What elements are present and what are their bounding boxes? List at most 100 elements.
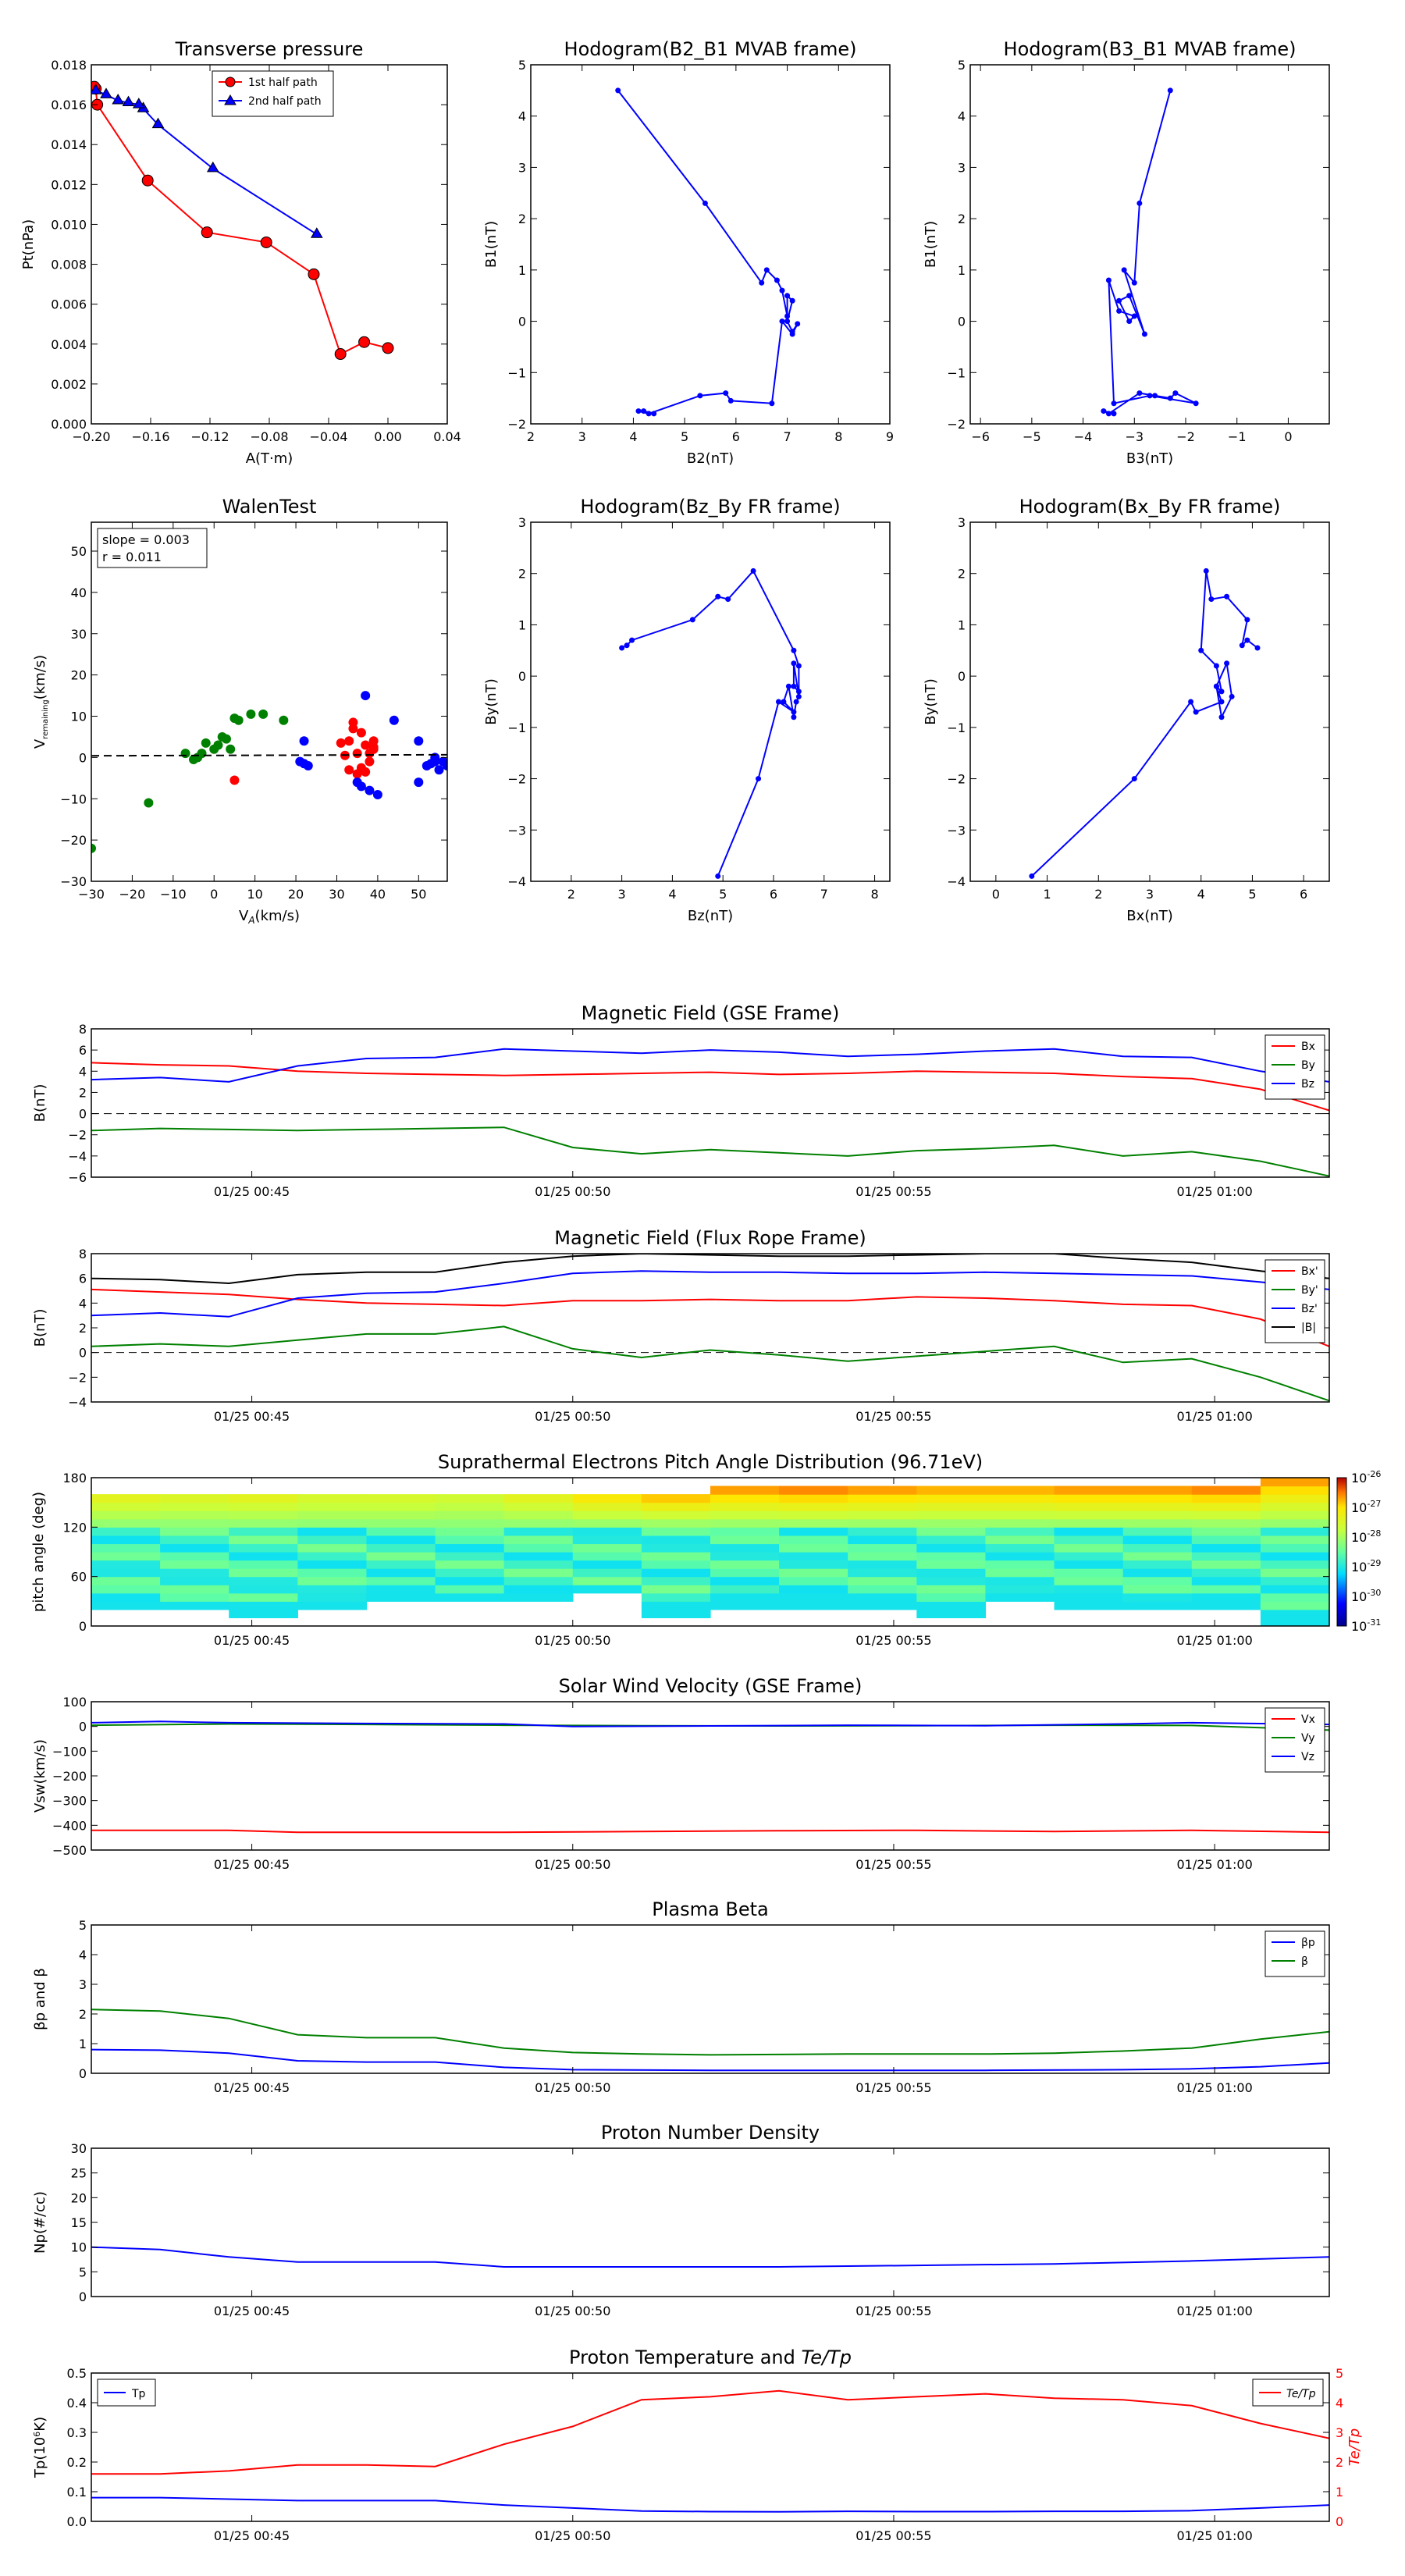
plot-frame-2 xyxy=(969,64,1330,425)
heatmap-cell xyxy=(91,1601,161,1610)
scatter-point xyxy=(201,738,211,748)
data-point xyxy=(1218,688,1225,695)
y-tick-label: 0.014 xyxy=(51,137,87,152)
x-tick-label: −6 xyxy=(971,429,990,444)
figure-canvas: −0.20 −0.16 −0.12 −0.08 −0.04 0.00 0.040.0000.… xyxy=(20,38,1381,2543)
heatmap-cell xyxy=(710,1535,780,1545)
x-tick-label: −20 xyxy=(119,887,146,902)
y-axis-label-sub: remaining xyxy=(41,699,50,739)
heatmap-cell xyxy=(779,1560,848,1569)
heatmap-cell xyxy=(1260,1502,1329,1511)
annotation-r: r = 0.011 xyxy=(102,550,162,564)
heatmap-cell xyxy=(916,1535,987,1545)
data-point xyxy=(791,647,797,653)
colorbar-tick-exp: -28 xyxy=(1367,1528,1381,1539)
y-axis-label: By(nT) xyxy=(483,678,500,724)
legend-label: Te/Tp xyxy=(1286,2388,1316,2400)
y-tick-label: 2 xyxy=(518,567,526,582)
x-tick-label: 01/25 00:45 xyxy=(214,2304,290,2318)
data-point xyxy=(1213,663,1219,669)
heatmap-cell xyxy=(160,1527,229,1536)
heatmap-cell xyxy=(779,1510,848,1520)
heatmap-cell xyxy=(297,1552,368,1561)
heatmap-cell xyxy=(435,1576,505,1585)
heatmap-cell xyxy=(435,1502,505,1511)
data-point xyxy=(791,709,797,715)
heatmap-cell xyxy=(1054,1568,1124,1578)
x-tick-label: 01/25 00:50 xyxy=(535,1184,610,1199)
heatmap-cell xyxy=(779,1518,848,1528)
y-tick-label: 0 xyxy=(958,315,966,329)
heatmap-cell xyxy=(710,1485,780,1495)
x-tick-label: −2 xyxy=(1176,429,1195,444)
heatmap-cell xyxy=(1054,1485,1124,1495)
heatmap-cell xyxy=(916,1510,987,1520)
heatmap-cell xyxy=(435,1527,505,1536)
series-line-βp xyxy=(91,2048,1329,2072)
y-tick-label: 0.018 xyxy=(51,58,87,73)
x-tick-label: 01/25 00:50 xyxy=(535,1633,610,1648)
series-line-Tp xyxy=(91,2496,1329,2513)
heatmap-cell xyxy=(1260,1560,1329,1569)
heatmap-cell xyxy=(848,1494,917,1503)
data-point xyxy=(1147,393,1153,399)
y-tick-label: 0.004 xyxy=(51,337,87,352)
heatmap-cell xyxy=(503,1527,574,1536)
heatmap-cell xyxy=(916,1502,987,1511)
data-point xyxy=(723,390,729,397)
y-tick-label: 50 xyxy=(71,544,87,559)
y-tick-label: 3 xyxy=(518,160,526,175)
y-tick-label: 0.010 xyxy=(51,217,87,232)
heatmap-cell xyxy=(916,1485,987,1495)
heatmap-cell xyxy=(503,1502,574,1511)
legend-label: By xyxy=(1301,1059,1315,1072)
heatmap-cell xyxy=(641,1510,711,1520)
y-tick-label: −2 xyxy=(947,417,966,432)
heatmap-cell xyxy=(779,1502,848,1511)
y-tick-label: −2 xyxy=(68,1370,87,1385)
y-tick-label: −2 xyxy=(507,772,526,787)
x-tick-label: 3 xyxy=(1146,887,1154,902)
colorbar-tick-exp: -30 xyxy=(1367,1588,1381,1598)
x-tick-label: 0.00 xyxy=(374,429,402,444)
heatmap-cell xyxy=(848,1543,917,1553)
heatmap-cell xyxy=(91,1592,161,1602)
data-point xyxy=(774,277,780,283)
data-point xyxy=(689,617,695,623)
heatmap-cell xyxy=(91,1576,161,1585)
data-point xyxy=(1213,683,1219,689)
heatmap-cell xyxy=(1260,1510,1329,1520)
heatmap-cell xyxy=(503,1543,574,1553)
y-axis-label-v: V xyxy=(32,738,48,749)
heatmap-cell xyxy=(1122,1576,1193,1585)
heatmap-cell xyxy=(297,1601,368,1610)
legend-label: Vy xyxy=(1301,1732,1315,1745)
legend-label: Vx xyxy=(1301,1713,1315,1726)
data-point xyxy=(791,683,797,689)
heatmap-cell xyxy=(641,1535,711,1545)
y-tick-label: −4 xyxy=(68,1149,87,1164)
heatmap-cell xyxy=(641,1527,711,1536)
scatter-point xyxy=(356,728,366,738)
heatmap-cell xyxy=(916,1576,987,1585)
data-point xyxy=(1116,308,1122,314)
y-tick-label: 5 xyxy=(79,2265,87,2279)
data-point xyxy=(756,776,762,782)
data-point xyxy=(1131,279,1137,286)
y-tick-label: 0 xyxy=(79,1346,87,1361)
heatmap-cell xyxy=(1260,1609,1329,1619)
y-tick-label: 0.000 xyxy=(51,417,87,432)
scatter-point xyxy=(414,777,424,788)
y-tick-label: 0.5 xyxy=(67,2366,87,2381)
x-axis-label: A(T·m) xyxy=(246,450,293,467)
heatmap-cell xyxy=(91,1552,161,1561)
x-axis-label: B3(nT) xyxy=(1126,450,1173,467)
y-tick-label: 0 xyxy=(79,1720,87,1735)
chart-title: Transverse pressure xyxy=(175,38,364,60)
y-tick-label: −3 xyxy=(507,823,526,838)
heatmap-cell xyxy=(229,1576,298,1585)
scatter-point xyxy=(144,798,154,808)
scatter-point xyxy=(229,775,240,785)
x-tick-label: 01/25 00:55 xyxy=(855,1184,931,1199)
x-tick-label: 20 xyxy=(288,887,304,902)
